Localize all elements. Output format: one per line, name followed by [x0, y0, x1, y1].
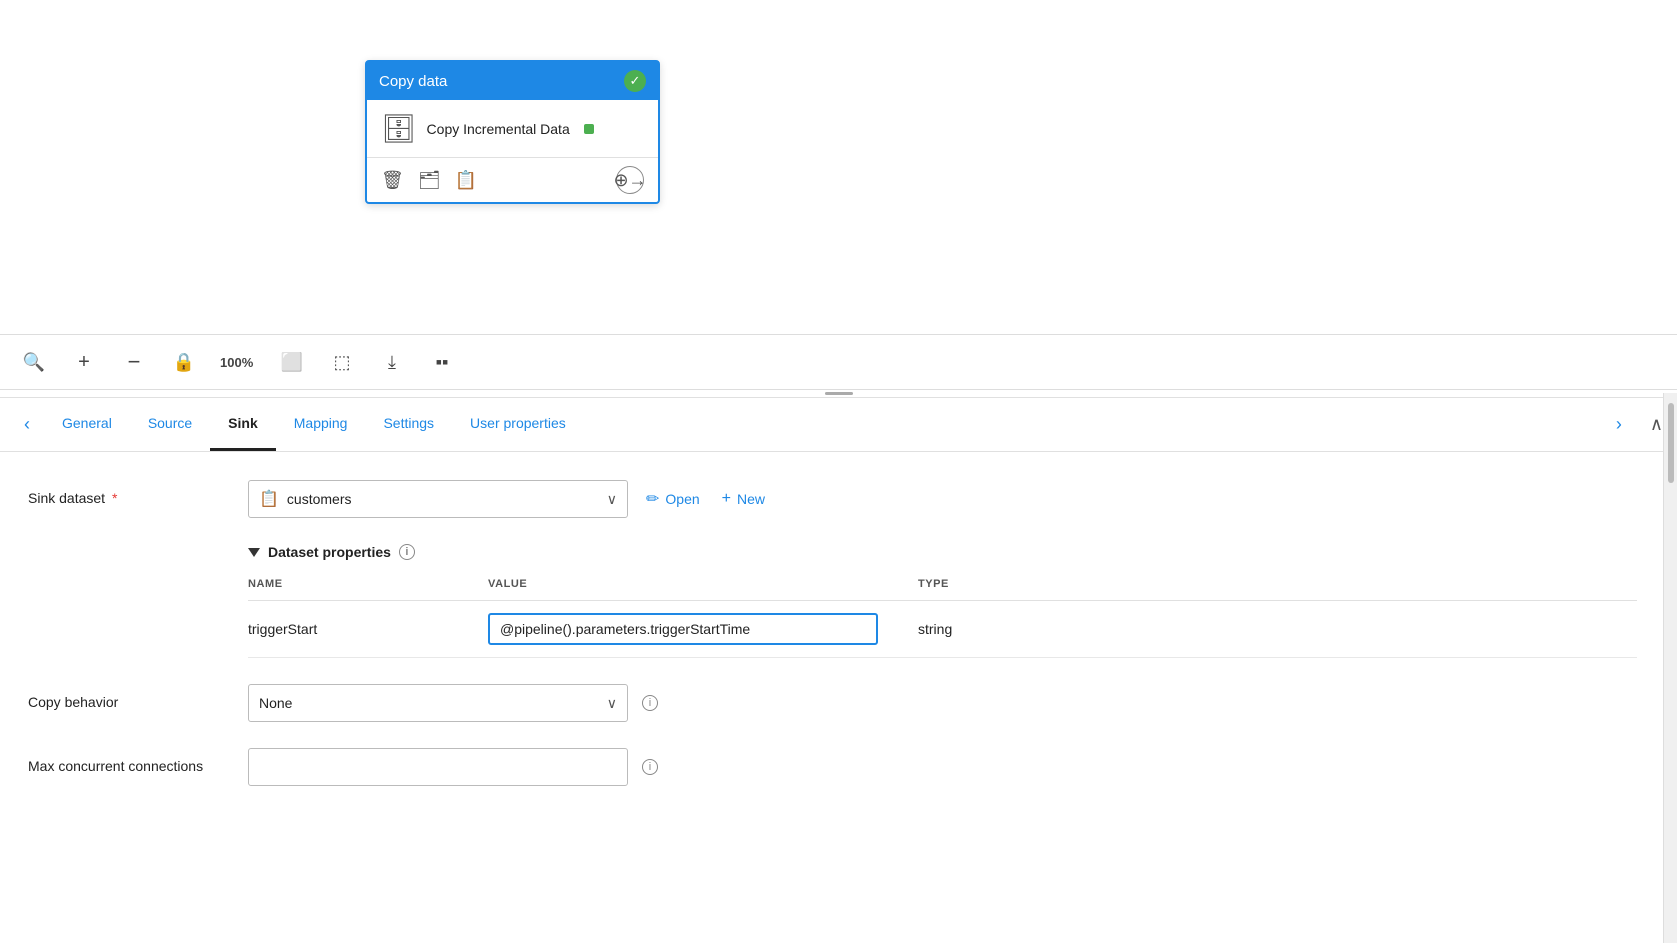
copy-behavior-row: Copy behavior None ∨ i	[28, 684, 1637, 722]
new-dataset-button[interactable]: + New	[718, 490, 769, 508]
scrollbar-thumb	[1668, 403, 1674, 483]
prop-type: string	[918, 601, 1637, 658]
sink-panel: Sink dataset * 📋 customers ∨ ✏ Open + Ne…	[0, 452, 1677, 912]
copy-behavior-info-icon[interactable]: i	[642, 695, 658, 711]
dataset-props-title: Dataset properties	[268, 544, 391, 560]
node-title: Copy data	[379, 73, 447, 90]
node-actions: 🗑 🗂 📋 ⊕→	[367, 158, 658, 202]
database-icon: 🗄	[381, 112, 417, 145]
prop-value-cell	[488, 601, 918, 658]
dataset-value: customers	[287, 491, 599, 507]
search-icon[interactable]: 🔍	[20, 348, 48, 376]
toggle-view-icon[interactable]: ▪▪	[428, 348, 456, 376]
sink-dataset-dropdown[interactable]: 📋 customers ∨	[248, 480, 628, 518]
zoom-in-icon[interactable]: +	[70, 348, 98, 376]
col-type-header: TYPE	[918, 572, 1637, 601]
dataset-properties-section: Dataset properties i NAME VALUE TYPE tri…	[248, 544, 1637, 658]
tab-back-button[interactable]: ‹	[10, 398, 44, 451]
col-value-header: VALUE	[488, 572, 918, 601]
fit-window-icon[interactable]: ⬜	[278, 348, 306, 376]
max-connections-controls: i	[248, 748, 1637, 786]
copy-behavior-chevron-icon: ∨	[607, 695, 617, 712]
node-header: Copy data ✓	[367, 62, 658, 100]
copy-icon[interactable]: 📋	[455, 170, 477, 191]
max-connections-label: Max concurrent connections	[28, 748, 248, 774]
max-connections-info-icon[interactable]: i	[642, 759, 658, 775]
node-label: Copy Incremental Data	[427, 121, 570, 137]
prop-value-input[interactable]	[488, 613, 878, 645]
open-dataset-button[interactable]: ✏ Open	[642, 489, 704, 509]
sink-dataset-controls: 📋 customers ∨ ✏ Open + New	[248, 480, 1637, 518]
sink-dataset-row: Sink dataset * 📋 customers ∨ ✏ Open + Ne…	[28, 480, 1637, 518]
cut-icon[interactable]: 🗂	[418, 170, 441, 191]
tab-sink[interactable]: Sink	[210, 398, 276, 451]
tab-user-properties[interactable]: User properties	[452, 398, 584, 451]
node-body: 🗄 Copy Incremental Data	[367, 100, 658, 158]
max-connections-row: Max concurrent connections i	[28, 748, 1637, 786]
collapse-triangle-icon[interactable]	[248, 548, 260, 557]
auto-layout-icon[interactable]: ⤓	[378, 348, 406, 376]
col-name-header: NAME	[248, 572, 488, 601]
status-dot	[584, 124, 594, 134]
select-area-icon[interactable]: ⬚	[328, 348, 356, 376]
lock-icon[interactable]: 🔒	[170, 348, 198, 376]
max-connections-input[interactable]	[248, 748, 628, 786]
scrollbar[interactable]	[1663, 393, 1677, 943]
node-status-check: ✓	[624, 70, 646, 92]
dropdown-chevron-icon: ∨	[607, 491, 617, 508]
tab-mapping[interactable]: Mapping	[276, 398, 366, 451]
add-output-icon[interactable]: ⊕→	[616, 166, 644, 194]
required-marker: *	[112, 490, 117, 506]
pipeline-canvas[interactable]: Copy data ✓ 🗄 Copy Incremental Data 🗑 🗂 …	[0, 0, 1677, 335]
table-row: triggerStart string	[248, 601, 1637, 658]
tab-forward-button[interactable]: ›	[1602, 398, 1636, 451]
copy-behavior-value: None	[259, 695, 599, 711]
info-icon[interactable]: i	[399, 544, 415, 560]
pencil-icon: ✏	[646, 489, 659, 509]
sink-dataset-label: Sink dataset *	[28, 480, 248, 506]
dataset-props-header: Dataset properties i	[248, 544, 1637, 560]
prop-name: triggerStart	[248, 601, 488, 658]
canvas-toolbar: 🔍 + − 🔒 100% ⬜ ⬚ ⤓ ▪▪	[0, 335, 1677, 390]
dataset-properties-table: NAME VALUE TYPE triggerStart string	[248, 572, 1637, 658]
dataset-icon: 📋	[259, 489, 279, 509]
tab-source[interactable]: Source	[130, 398, 210, 451]
delete-icon[interactable]: 🗑	[381, 170, 404, 191]
tab-general[interactable]: General	[44, 398, 130, 451]
tabs-bar: ‹ General Source Sink Mapping Settings U…	[0, 398, 1677, 452]
copy-behavior-label: Copy behavior	[28, 684, 248, 710]
copy-behavior-dropdown[interactable]: None ∨	[248, 684, 628, 722]
copy-behavior-controls: None ∨ i	[248, 684, 1637, 722]
zoom-level: 100%	[220, 355, 256, 370]
copy-data-node[interactable]: Copy data ✓ 🗄 Copy Incremental Data 🗑 🗂 …	[365, 60, 660, 204]
plus-icon: +	[722, 490, 731, 508]
tab-settings[interactable]: Settings	[365, 398, 452, 451]
zoom-out-icon[interactable]: −	[120, 348, 148, 376]
